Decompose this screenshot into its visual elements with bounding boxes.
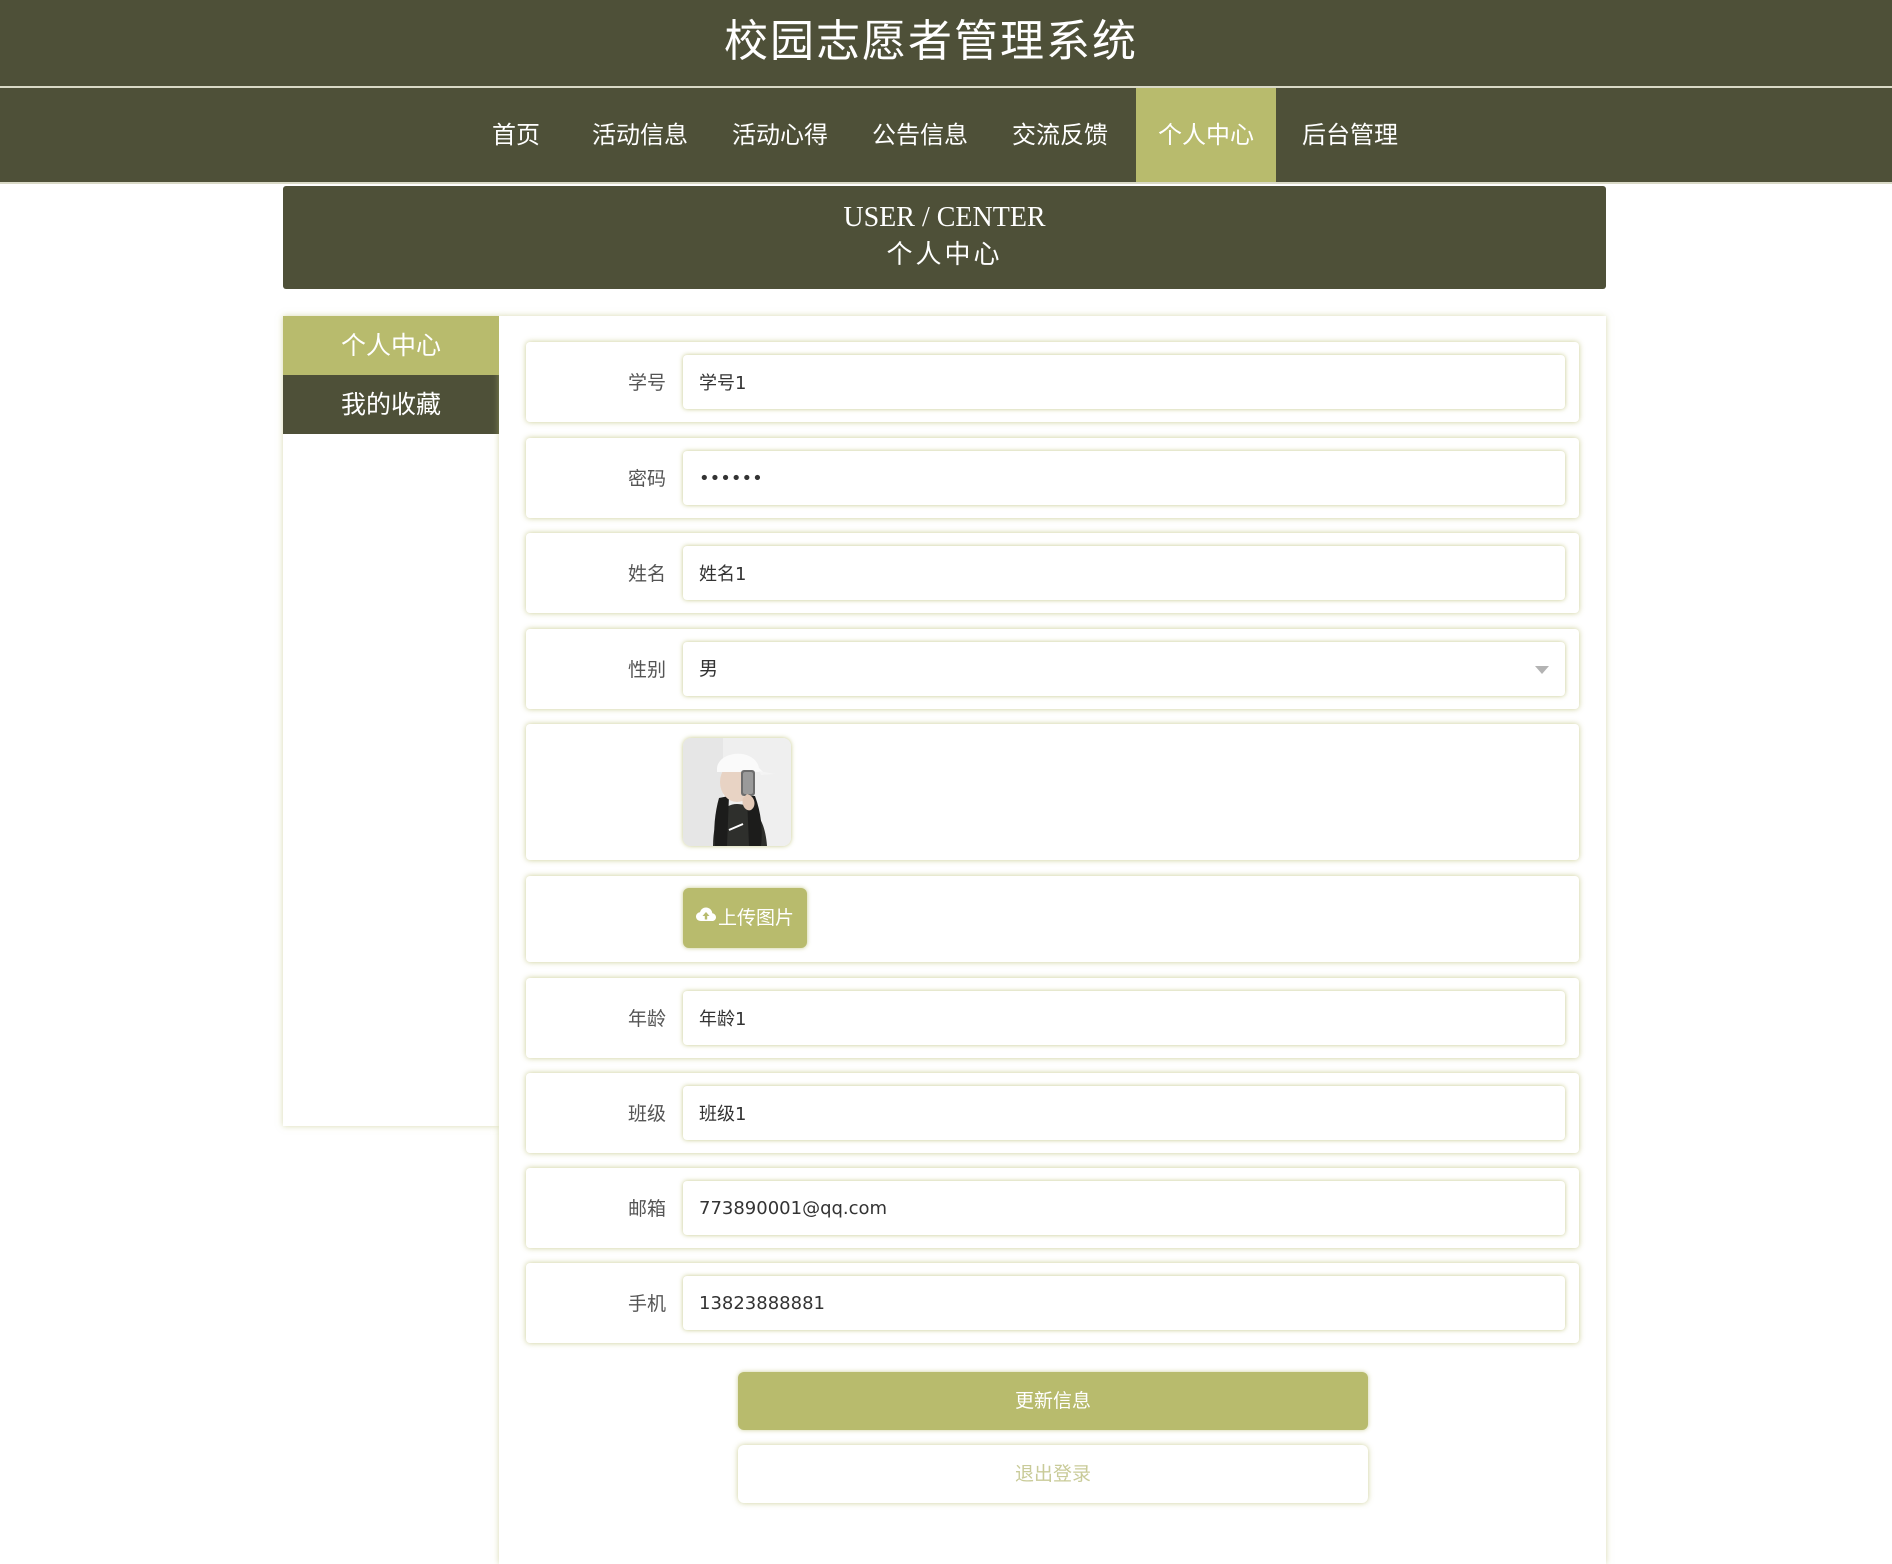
gender-select[interactable]: 男	[683, 642, 1565, 696]
phone-input[interactable]	[683, 1276, 1565, 1330]
nav-item-home[interactable]: 首页	[476, 88, 556, 182]
nav-item-feedback[interactable]: 交流反馈	[998, 88, 1122, 182]
sidebar-item-favorites[interactable]: 我的收藏	[283, 375, 499, 434]
upload-image-label: 上传图片	[717, 907, 794, 929]
form-row-age: 年龄	[526, 978, 1579, 1058]
nav-item-activities[interactable]: 活动信息	[578, 88, 702, 182]
sidebar: 个人中心 我的收藏	[283, 316, 499, 1126]
form-row-email: 邮箱	[526, 1168, 1579, 1248]
form-row-password: 密码	[526, 438, 1579, 518]
cloud-upload-icon	[695, 887, 716, 947]
email-label: 邮箱	[627, 1198, 666, 1220]
class-label: 班级	[627, 1103, 666, 1125]
gender-select-value: 男	[699, 658, 719, 680]
phone-label: 手机	[627, 1293, 666, 1315]
banner-title-cn: 个人中心	[886, 240, 1003, 270]
update-info-button[interactable]: 更新信息	[738, 1372, 1368, 1430]
chevron-down-icon	[1535, 666, 1549, 674]
site-title: 校园志愿者管理系统	[724, 16, 1138, 67]
student-id-input[interactable]	[683, 355, 1565, 409]
password-label: 密码	[627, 468, 666, 490]
nav-item-experiences[interactable]: 活动心得	[718, 88, 842, 182]
upload-image-button[interactable]: 上传图片	[683, 888, 807, 948]
form-row-class: 班级	[526, 1073, 1579, 1153]
avatar-image	[683, 738, 791, 846]
site-header: 校园志愿者管理系统	[0, 0, 1892, 88]
nav-item-admin[interactable]: 后台管理	[1288, 88, 1412, 182]
class-input[interactable]	[683, 1086, 1565, 1140]
age-input[interactable]	[683, 991, 1565, 1045]
main-nav: 首页 活动信息 活动心得 公告信息 交流反馈 个人中心 后台管理	[0, 88, 1892, 182]
nav-item-announcements[interactable]: 公告信息	[858, 88, 982, 182]
name-input[interactable]	[683, 546, 1565, 600]
gender-label: 性别	[627, 659, 666, 681]
form-row-avatar	[526, 724, 1579, 860]
form-row-student-id: 学号	[526, 342, 1579, 422]
form-row-name: 姓名	[526, 533, 1579, 613]
page-banner: USER / CENTER 个人中心	[283, 186, 1606, 289]
nav-item-user-center[interactable]: 个人中心	[1136, 88, 1276, 182]
student-id-label: 学号	[627, 372, 666, 394]
age-label: 年龄	[627, 1008, 666, 1030]
avatar-photo-icon	[683, 738, 791, 846]
sidebar-item-user-center[interactable]: 个人中心	[283, 316, 499, 375]
nav-divider	[0, 182, 1892, 184]
logout-button[interactable]: 退出登录	[738, 1445, 1368, 1503]
password-input[interactable]	[683, 451, 1565, 505]
banner-title-en: USER / CENTER	[843, 202, 1046, 233]
form-row-upload: 上传图片	[526, 876, 1579, 962]
email-input[interactable]	[683, 1181, 1565, 1235]
form-row-phone: 手机	[526, 1263, 1579, 1343]
form-row-gender: 性别 男	[526, 629, 1579, 709]
name-label: 姓名	[627, 563, 666, 585]
